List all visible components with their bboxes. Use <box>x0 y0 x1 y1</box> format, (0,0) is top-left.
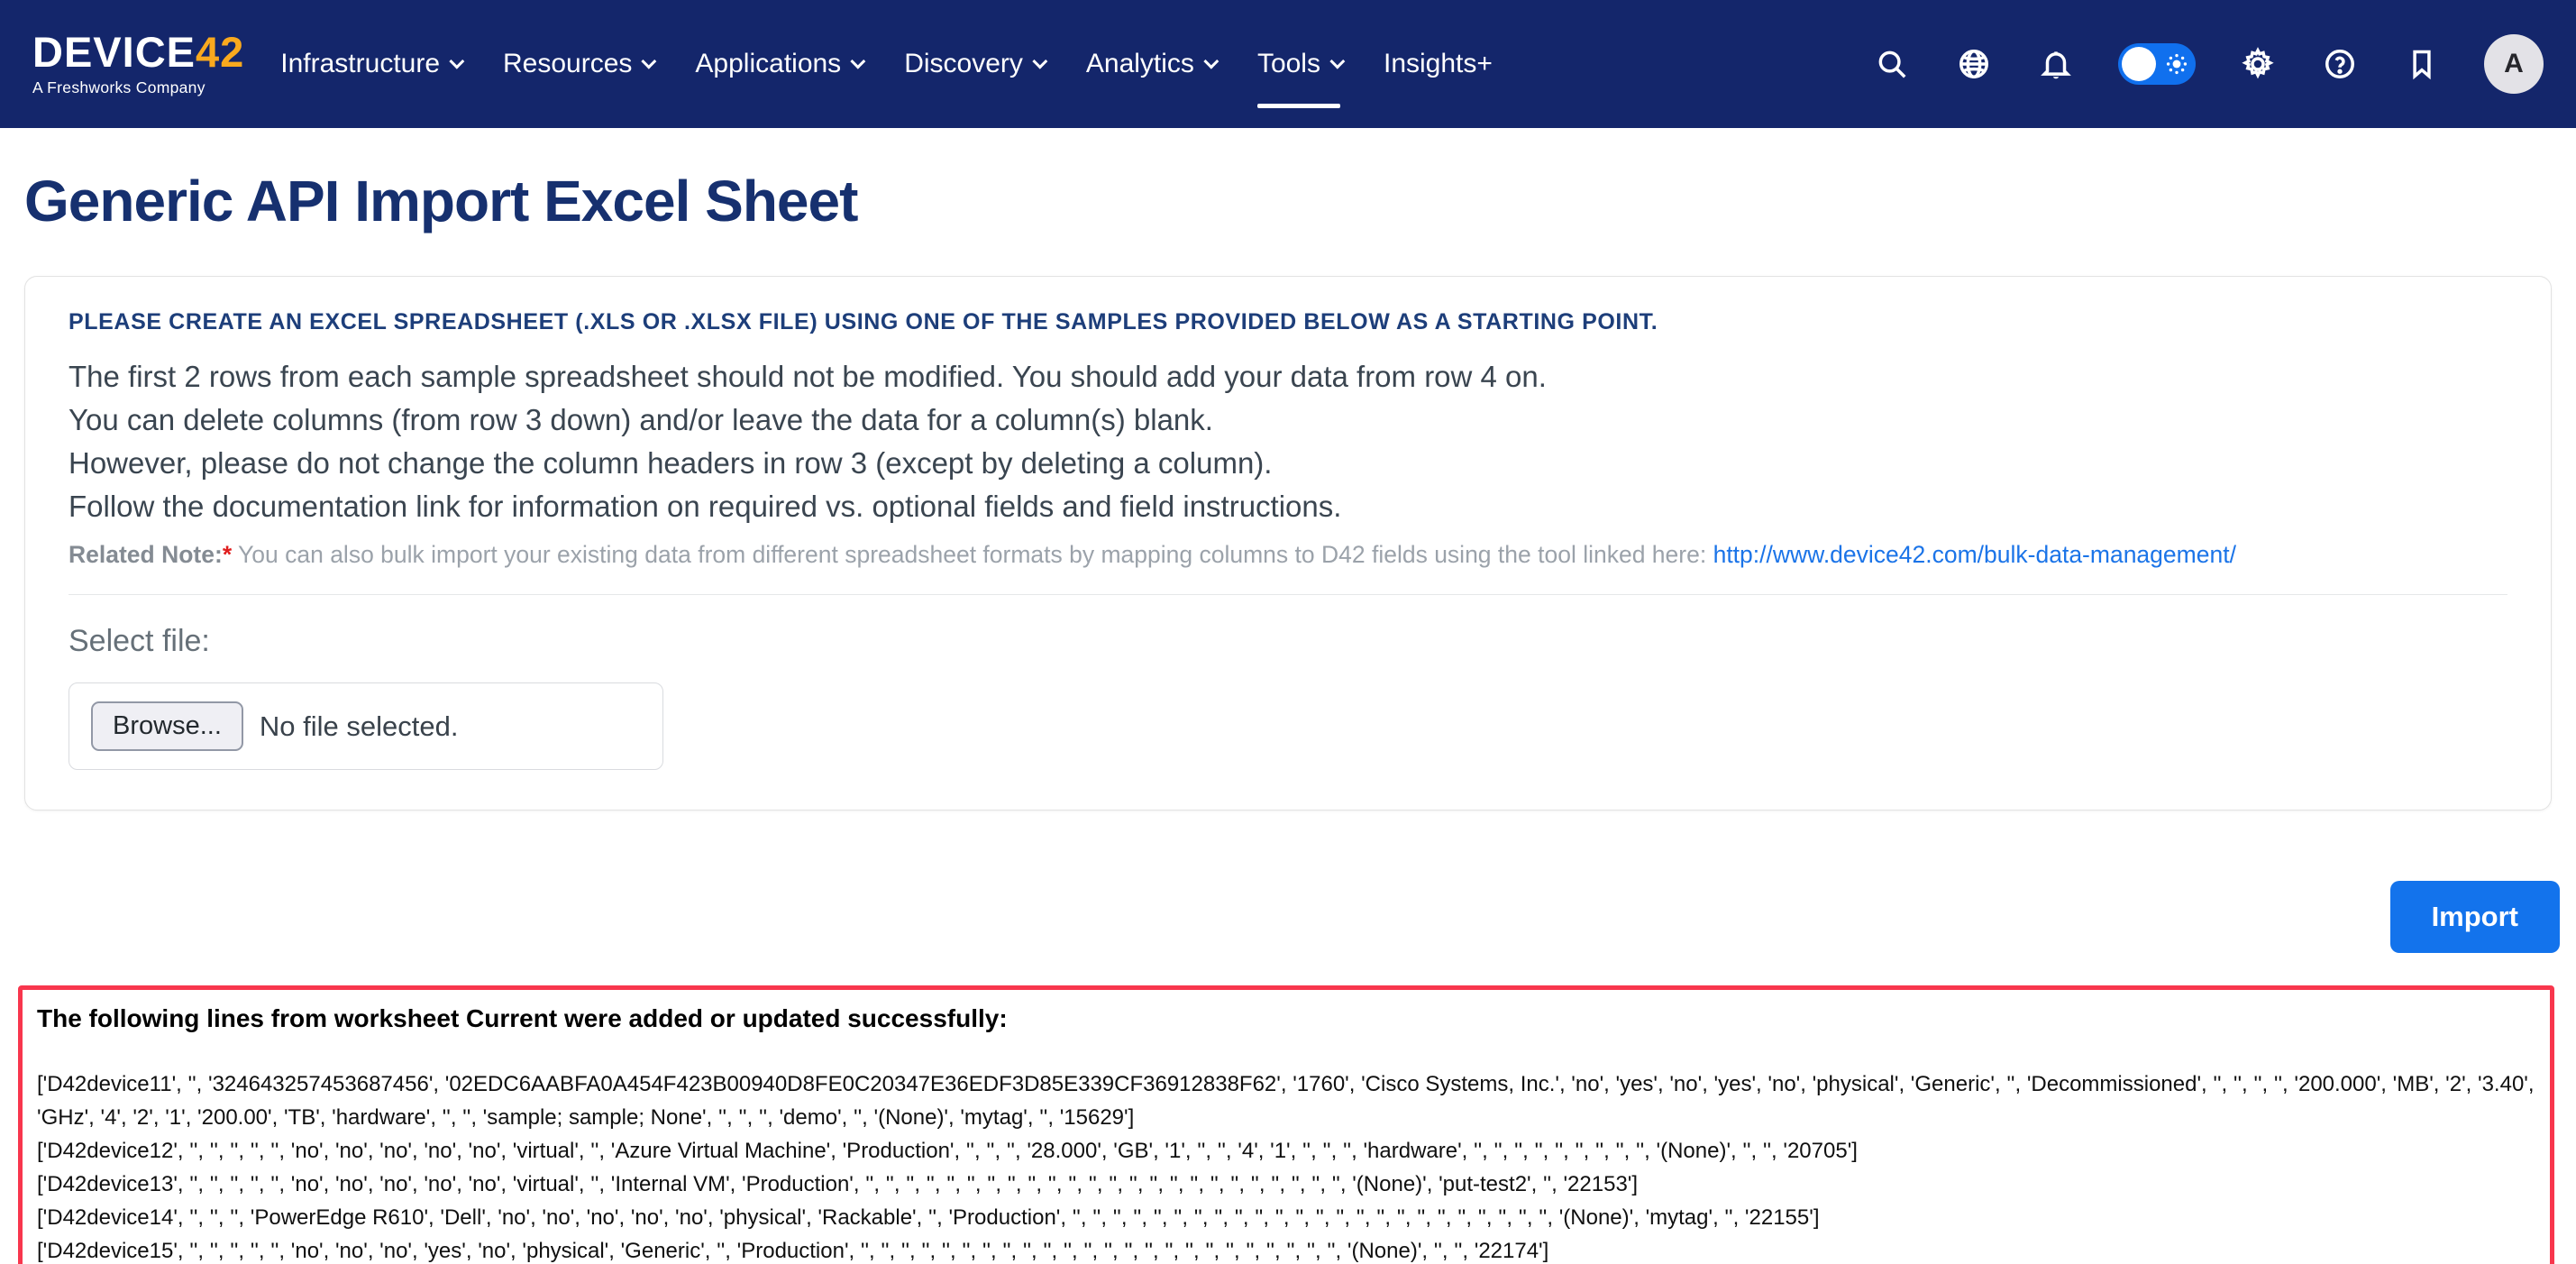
import-instructions-card: PLEASE CREATE AN EXCEL SPREADSHEET (.XLS… <box>24 276 2552 811</box>
menu-item-label: Insights+ <box>1384 49 1493 79</box>
logo-wordmark: DEVICE42 <box>32 31 244 73</box>
instruction-lines: The first 2 rows from each sample spread… <box>69 355 2507 528</box>
select-file-label: Select file: <box>69 624 2507 659</box>
avatar[interactable]: A <box>2484 34 2544 94</box>
import-results-box: The following lines from worksheet Curre… <box>18 985 2554 1264</box>
import-button[interactable]: Import <box>2390 881 2560 953</box>
menu-item[interactable]: Infrastructure <box>280 40 460 88</box>
menu-item[interactable]: Analytics <box>1086 40 1214 88</box>
chevron-down-icon <box>1329 54 1345 69</box>
menu-item-label: Infrastructure <box>280 49 440 79</box>
chevron-down-icon <box>1203 54 1219 69</box>
divider <box>69 594 2507 595</box>
no-file-selected-text: No file selected. <box>260 710 459 743</box>
results-heading: The following lines from worksheet Curre… <box>37 1004 2535 1033</box>
bulk-data-management-link[interactable]: http://www.device42.com/bulk-data-manage… <box>1713 541 2236 568</box>
result-line: ['D42device11', '', '324643257453687456'… <box>37 1067 2535 1134</box>
instruction-line: Follow the documentation link for inform… <box>69 485 2507 528</box>
chevron-down-icon <box>449 54 464 69</box>
main-menu: Infrastructure Resources Applications Di… <box>280 40 1493 88</box>
top-nav: DEVICE42 A Freshworks Company Infrastruc… <box>0 0 2576 128</box>
globe-icon[interactable] <box>1954 44 1994 84</box>
bookmark-icon[interactable] <box>2402 44 2442 84</box>
logo-tagline: A Freshworks Company <box>32 78 244 97</box>
page-title: Generic API Import Excel Sheet <box>24 168 2552 234</box>
help-icon[interactable] <box>2320 44 2360 84</box>
sun-icon <box>2166 53 2188 75</box>
gear-icon[interactable] <box>2238 44 2278 84</box>
menu-item[interactable]: Applications <box>695 40 861 88</box>
result-line: ['D42device15', '', '', '', '', '', 'no'… <box>37 1234 2535 1264</box>
menu-item-label: Discovery <box>904 49 1023 79</box>
logo-42: 42 <box>196 28 244 76</box>
chevron-down-icon <box>851 54 866 69</box>
menu-item[interactable]: Tools <box>1257 40 1340 88</box>
result-line: ['D42device13', '', '', '', '', '', 'no'… <box>37 1168 2535 1201</box>
menu-item[interactable]: Insights+ <box>1384 40 1493 88</box>
search-icon[interactable] <box>1872 44 1912 84</box>
chevron-down-icon <box>642 54 657 69</box>
menu-item[interactable]: Resources <box>503 40 652 88</box>
instruction-line: However, please do not change the column… <box>69 442 2507 485</box>
toggle-knob <box>2122 47 2156 81</box>
nav-icon-bar: A <box>1872 34 2544 94</box>
related-note: Related Note:* You can also bulk import … <box>69 541 2507 569</box>
file-input[interactable]: Browse... No file selected. <box>69 682 663 770</box>
result-lines: ['D42device11', '', '324643257453687456'… <box>37 1067 2535 1264</box>
bell-icon[interactable] <box>2036 44 2076 84</box>
main-content: Generic API Import Excel Sheet PLEASE CR… <box>0 168 2576 1264</box>
menu-item-label: Tools <box>1257 49 1320 79</box>
instruction-line: You can delete columns (from row 3 down)… <box>69 398 2507 442</box>
instructions-heading: PLEASE CREATE AN EXCEL SPREADSHEET (.XLS… <box>69 309 2507 335</box>
related-note-text: You can also bulk import your existing d… <box>232 541 1713 568</box>
browse-button[interactable]: Browse... <box>91 701 243 751</box>
menu-item-label: Resources <box>503 49 632 79</box>
device42-logo[interactable]: DEVICE42 A Freshworks Company <box>32 31 244 97</box>
menu-item-label: Applications <box>695 49 841 79</box>
menu-item-label: Analytics <box>1086 49 1194 79</box>
required-asterisk: * <box>223 541 232 568</box>
related-note-label: Related Note: <box>69 541 223 568</box>
theme-toggle[interactable] <box>2118 43 2196 85</box>
chevron-down-icon <box>1032 54 1047 69</box>
import-button-row: Import <box>0 881 2560 953</box>
result-line: ['D42device14', '', '', '', 'PowerEdge R… <box>37 1201 2535 1234</box>
result-line: ['D42device12', '', '', '', '', '', 'no'… <box>37 1134 2535 1168</box>
menu-item[interactable]: Discovery <box>904 40 1043 88</box>
instruction-line: The first 2 rows from each sample spread… <box>69 355 2507 398</box>
